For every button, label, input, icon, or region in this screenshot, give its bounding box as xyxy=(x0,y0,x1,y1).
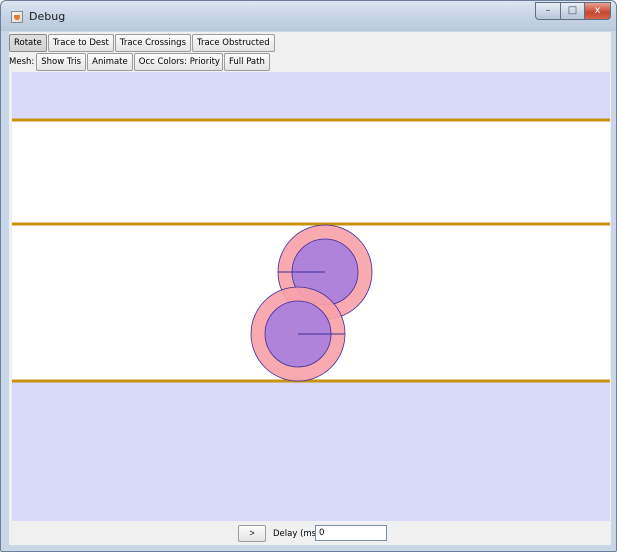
top-region xyxy=(12,72,610,120)
mesh-canvas[interactable] xyxy=(12,72,610,521)
step-button[interactable]: > xyxy=(238,525,266,542)
maximize-button[interactable]: □ xyxy=(560,2,585,20)
status-bar: > Delay (ms): xyxy=(9,521,611,545)
mode-toolbar: Rotate Trace to Dest Trace Crossings Tra… xyxy=(9,33,611,53)
rotate-button[interactable]: Rotate xyxy=(9,34,47,52)
bottom-region xyxy=(12,381,610,521)
show-tris-button[interactable]: Show Tris xyxy=(36,53,87,71)
mesh-toolbar: Mesh: Show Tris Animate Occ Colors: Prio… xyxy=(9,52,611,72)
debug-window: Debug – □ x Rotate Trace to Dest Trace C… xyxy=(0,0,617,552)
animate-button[interactable]: Animate xyxy=(87,53,133,71)
occ-colors-button[interactable]: Occ Colors: Priority xyxy=(133,53,223,71)
close-button[interactable]: x xyxy=(584,2,611,20)
trace-obstructed-button[interactable]: Trace Obstructed xyxy=(192,34,275,52)
occ-colors-label: Occ Colors: xyxy=(138,57,187,67)
trace-crossings-button[interactable]: Trace Crossings xyxy=(114,34,191,52)
java-app-icon xyxy=(11,11,23,23)
scene-svg xyxy=(12,72,610,521)
minimize-button[interactable]: – xyxy=(535,2,561,20)
full-path-button[interactable]: Full Path xyxy=(223,53,270,71)
window-title: Debug xyxy=(29,10,66,23)
title-bar[interactable]: Debug – □ x xyxy=(1,1,616,31)
mesh-label: Mesh: xyxy=(9,57,35,67)
trace-to-dest-button[interactable]: Trace to Dest xyxy=(47,34,114,52)
delay-input[interactable] xyxy=(315,525,387,541)
client-area: Rotate Trace to Dest Trace Crossings Tra… xyxy=(9,32,611,545)
priority-label: Priority xyxy=(189,57,220,67)
